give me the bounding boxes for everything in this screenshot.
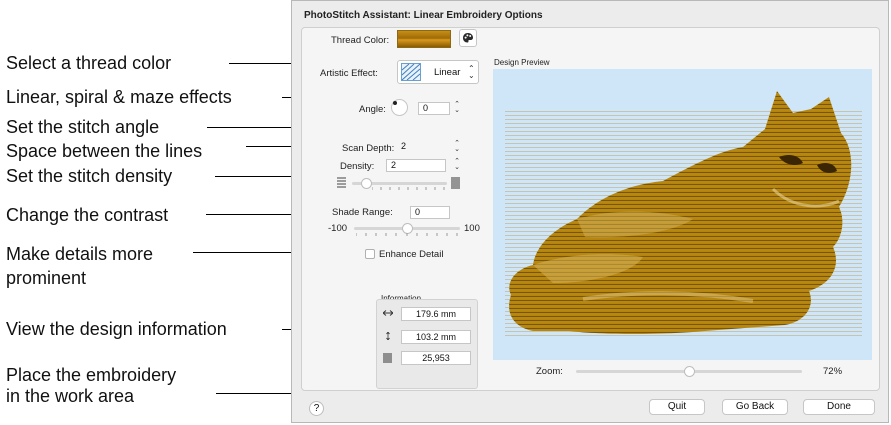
low-density-icon	[337, 177, 346, 188]
angle-stepper[interactable]: ⌃ ⌄	[453, 101, 461, 115]
callout-done-1: Place the embroidery	[6, 365, 177, 385]
info-height-value: 103.2 mm	[401, 330, 471, 344]
scan-depth-input[interactable]: 2	[397, 141, 447, 154]
callout-details-2: prominent	[6, 268, 87, 288]
high-density-icon	[451, 177, 460, 189]
artistic-effect-label: Artistic Effect:	[320, 68, 378, 79]
density-stepper[interactable]: ⌃ ⌄	[453, 158, 461, 172]
density-slider-knob[interactable]	[361, 178, 372, 189]
density-slider-ticks	[372, 187, 445, 190]
callout-stitch-angle: Set the stitch angle	[6, 117, 160, 137]
callout-density: Set the stitch density	[6, 166, 173, 186]
shade-range-input[interactable]: 0	[410, 206, 450, 219]
select-arrows-icon: ⌃ ⌄	[468, 64, 475, 80]
zoom-label: Zoom:	[536, 366, 563, 377]
info-width-value: 179.6 mm	[401, 307, 471, 321]
angle-dial[interactable]	[391, 99, 408, 116]
info-stitch-count: 25,953	[401, 351, 471, 365]
zoom-slider-knob[interactable]	[683, 366, 695, 377]
options-panel: Thread Color: Artistic Effect: Linear ⌃ ⌄…	[301, 27, 880, 391]
callout-details-1: Make details more	[6, 244, 154, 264]
scan-depth-stepper[interactable]: ⌃ ⌄	[453, 140, 461, 154]
shade-max-label: 100	[464, 223, 480, 234]
callout-info: View the design information	[6, 319, 227, 339]
width-icon	[383, 310, 393, 316]
artistic-effect-value: Linear	[434, 67, 461, 78]
callout-scan-depth: Space between the lines	[6, 141, 203, 161]
palette-icon	[463, 33, 473, 43]
callout-done-2: in the work area	[6, 386, 135, 406]
thread-color-swatch[interactable]	[397, 30, 451, 48]
linear-effect-icon	[401, 63, 421, 81]
shade-slider-ticks	[356, 233, 458, 236]
go-back-button[interactable]: Go Back	[722, 399, 788, 415]
callout-thread-color: Select a thread color	[6, 53, 172, 73]
design-preview-label: Design Preview	[494, 58, 550, 67]
callout-contrast: Change the contrast	[6, 205, 169, 225]
angle-label: Angle:	[359, 104, 386, 115]
shade-range-label: Shade Range:	[332, 207, 393, 218]
density-input[interactable]: 2	[386, 159, 446, 172]
cat-embroidery-preview	[505, 91, 862, 337]
callout-artistic-effect: Linear, spiral & maze effects	[6, 87, 232, 107]
angle-input[interactable]: 0	[418, 102, 450, 115]
information-box: 179.6 mm 103.2 mm 25,953	[376, 299, 478, 389]
done-button[interactable]: Done	[803, 399, 875, 415]
scan-depth-label: Scan Depth:	[342, 143, 395, 154]
help-button[interactable]: ?	[309, 401, 324, 416]
photostitch-dialog: PhotoStitch Assistant: Linear Embroidery…	[291, 0, 889, 423]
quit-button[interactable]: Quit	[649, 399, 705, 415]
thread-color-label: Thread Color:	[331, 35, 390, 46]
enhance-detail-label: Enhance Detail	[379, 249, 444, 260]
palette-button[interactable]	[459, 29, 477, 47]
stitch-count-icon	[383, 353, 392, 363]
design-preview	[493, 69, 872, 360]
zoom-value: 72%	[823, 366, 843, 377]
enhance-detail-checkbox[interactable]	[365, 249, 375, 259]
artistic-effect-select[interactable]: Linear ⌃ ⌄	[397, 60, 479, 84]
shade-min-label: -100	[328, 223, 348, 234]
dialog-title: PhotoStitch Assistant: Linear Embroidery…	[304, 10, 543, 21]
height-icon	[386, 332, 390, 340]
leader-thread-color	[229, 63, 299, 64]
density-label: Density:	[340, 161, 375, 172]
